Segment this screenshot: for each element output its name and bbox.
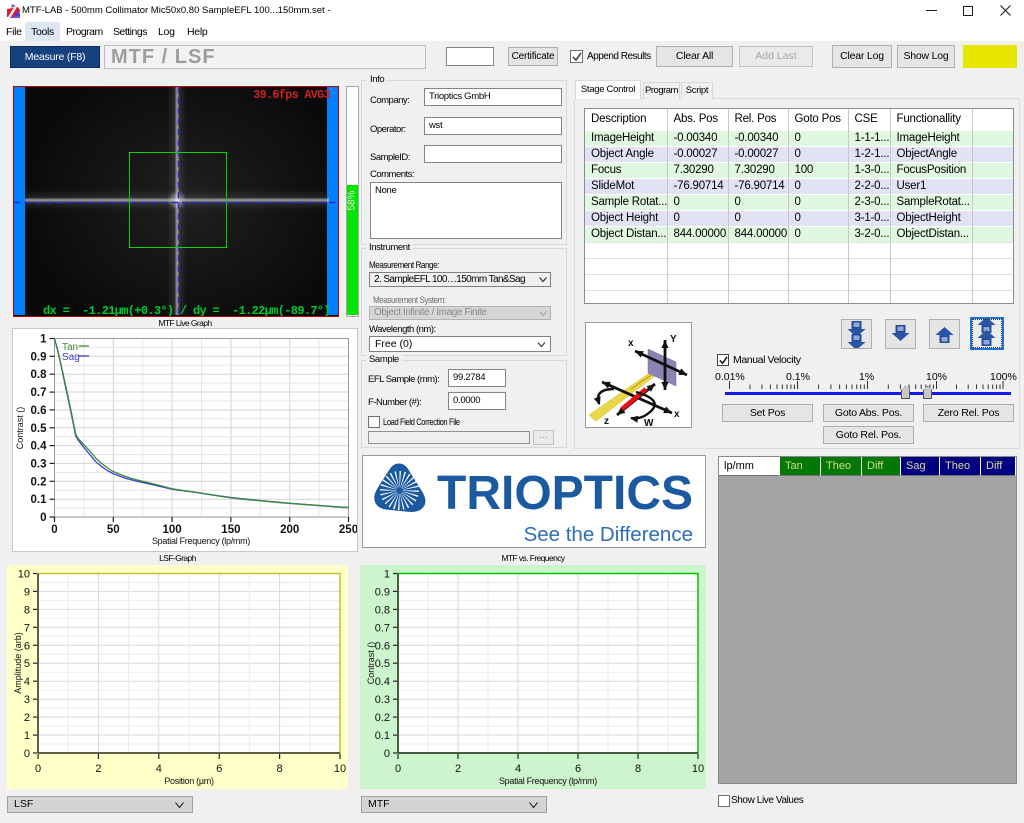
svg-text:3: 3 <box>24 694 30 706</box>
svg-text:4: 4 <box>156 763 162 775</box>
svg-text:Spatial Frequency (lp/mm): Spatial Frequency (lp/mm) <box>499 776 597 786</box>
svg-text:0.4: 0.4 <box>31 441 48 453</box>
svg-text:50: 50 <box>107 524 120 536</box>
svg-text:0: 0 <box>40 512 46 524</box>
svg-text:2: 2 <box>24 712 30 724</box>
svg-text:4: 4 <box>515 763 521 775</box>
svg-text:0.6: 0.6 <box>31 405 47 417</box>
svg-text:5: 5 <box>24 658 30 670</box>
svg-text:Contrast (): Contrast () <box>366 642 376 685</box>
svg-text:10: 10 <box>18 569 30 581</box>
svg-text:0.1: 0.1 <box>375 730 390 742</box>
svg-text:8: 8 <box>277 763 283 775</box>
svg-text:250: 250 <box>339 524 357 536</box>
svg-text:2: 2 <box>95 763 101 775</box>
svg-text:Spatial Frequency (lp/mm): Spatial Frequency (lp/mm) <box>152 536 250 546</box>
svg-text:0.3: 0.3 <box>31 458 47 470</box>
svg-text:0.7: 0.7 <box>375 622 390 634</box>
svg-text:Amplitude (arb): Amplitude (arb) <box>13 632 23 694</box>
svg-text:Y: Y <box>670 334 677 345</box>
svg-text:0.8: 0.8 <box>31 369 48 381</box>
svg-text:0.4: 0.4 <box>375 676 390 688</box>
svg-text:0.1: 0.1 <box>31 494 48 506</box>
svg-text:1: 1 <box>24 730 30 742</box>
svg-text:0.6: 0.6 <box>375 640 390 652</box>
svg-text:1: 1 <box>384 569 390 581</box>
svg-text:10: 10 <box>334 763 346 775</box>
svg-text:6: 6 <box>216 763 222 775</box>
svg-text:0.8: 0.8 <box>375 604 390 616</box>
svg-text:8: 8 <box>635 763 641 775</box>
svg-text:0: 0 <box>384 748 390 760</box>
svg-text:0.9: 0.9 <box>375 586 390 598</box>
svg-text:1: 1 <box>40 334 47 346</box>
svg-text:0.3: 0.3 <box>375 694 390 706</box>
svg-text:Position (µm): Position (µm) <box>164 776 214 786</box>
svg-text:W: W <box>644 418 654 427</box>
svg-text:2: 2 <box>455 763 461 775</box>
svg-text:0: 0 <box>35 763 41 775</box>
svg-text:200: 200 <box>280 524 299 536</box>
svg-text:x: x <box>628 338 634 349</box>
svg-text:0.5: 0.5 <box>31 423 48 435</box>
svg-text:x: x <box>674 409 680 420</box>
svg-text:0: 0 <box>51 524 57 536</box>
svg-text:0.5: 0.5 <box>375 658 390 670</box>
svg-text:10: 10 <box>692 763 704 775</box>
svg-text:0.7: 0.7 <box>31 387 47 399</box>
svg-text:100: 100 <box>163 524 182 536</box>
svg-text:0: 0 <box>24 748 30 760</box>
svg-text:Sag: Sag <box>62 352 80 363</box>
svg-text:6: 6 <box>575 763 581 775</box>
svg-text:8: 8 <box>24 604 30 616</box>
svg-text:6: 6 <box>24 640 30 652</box>
svg-text:Contrast (): Contrast () <box>15 407 25 450</box>
svg-text:9: 9 <box>24 586 30 598</box>
svg-text:0: 0 <box>395 763 401 775</box>
svg-text:7: 7 <box>24 622 30 634</box>
svg-text:0.2: 0.2 <box>375 712 390 724</box>
svg-text:150: 150 <box>221 524 240 536</box>
svg-text:z: z <box>604 416 609 427</box>
svg-text:4: 4 <box>24 676 30 688</box>
svg-text:0.9: 0.9 <box>31 351 47 363</box>
svg-text:0.2: 0.2 <box>31 476 47 488</box>
